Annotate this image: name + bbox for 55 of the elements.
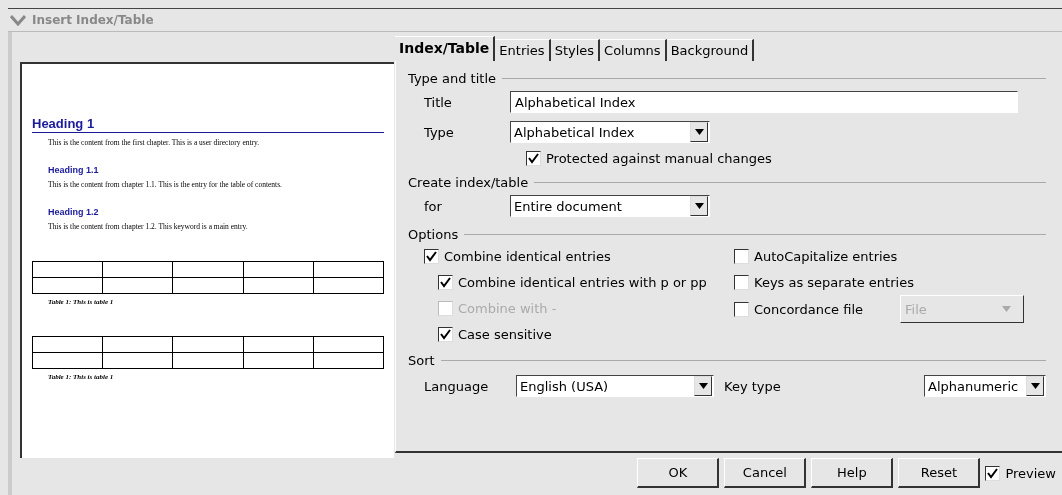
checkbox-label: AutoCapitalize entries <box>754 248 898 264</box>
caret-icon <box>694 203 704 209</box>
dialog-button[interactable]: Help <box>811 458 894 488</box>
checkbox-label: Combine identical entries with p or pp <box>458 274 707 290</box>
tab[interactable]: Background <box>666 39 755 61</box>
checkbox-label: Keys as separate entries <box>754 274 914 290</box>
heading-text: Heading 1 <box>32 116 384 133</box>
section-heading: Type and title <box>408 70 496 86</box>
caret-icon <box>694 129 704 135</box>
section-heading: Create index/table <box>408 174 529 190</box>
checkbox-label: Preview <box>1005 465 1056 481</box>
dialog-button[interactable]: OK <box>637 458 720 488</box>
tab[interactable]: Styles <box>550 39 601 61</box>
field-label: Title <box>424 94 453 110</box>
field-label: for <box>424 198 443 214</box>
section-heading: Sort <box>408 352 435 368</box>
tab[interactable]: Entries <box>495 39 551 61</box>
dialog-button[interactable]: Reset <box>898 458 981 488</box>
check-icon <box>440 276 451 288</box>
check-icon <box>987 467 999 479</box>
checkbox-label: Combine identical entries <box>444 248 611 264</box>
checkbox[interactable] <box>438 274 453 290</box>
checkbox-label: Concordance file <box>754 301 864 317</box>
checkbox-label: Protected against manual changes <box>546 150 772 166</box>
tab[interactable]: Columns <box>600 39 667 61</box>
checkbox[interactable] <box>734 301 749 317</box>
checkbox[interactable] <box>985 465 1001 481</box>
caret-icon <box>1030 383 1040 389</box>
title-field[interactable]: Alphabetical Index <box>510 91 1018 113</box>
language-dropdown[interactable]: English (USA) <box>516 375 714 397</box>
tab[interactable]: Index/Table <box>395 36 496 61</box>
checkbox[interactable] <box>526 150 541 166</box>
scope-dropdown[interactable]: Entire document <box>510 195 710 217</box>
caret-icon <box>1002 306 1011 312</box>
caret-icon <box>698 383 708 389</box>
type-dropdown[interactable]: Alphabetical Index <box>510 121 710 143</box>
checkbox-label: Combine with - <box>458 300 557 316</box>
checkbox[interactable] <box>734 248 749 264</box>
key-type-dropdown[interactable]: Alphanumeric <box>924 375 1046 397</box>
field-label: Language <box>424 378 490 394</box>
window-title: Insert Index/Table <box>32 13 154 27</box>
checkbox[interactable] <box>438 326 453 342</box>
checkbox[interactable] <box>424 248 439 264</box>
field-label: Type <box>424 124 455 140</box>
chevron-icon[interactable] <box>10 14 26 26</box>
check-icon <box>528 152 539 164</box>
subheading-text: Heading 1.1 <box>48 165 100 175</box>
check-icon <box>440 328 451 340</box>
section-heading: Options <box>408 226 459 242</box>
checkbox[interactable] <box>734 274 749 290</box>
field-label: Key type <box>724 378 782 394</box>
checkbox-label: Case sensitive <box>458 326 552 342</box>
check-icon <box>426 250 437 262</box>
subheading-text: Heading 1.2 <box>48 207 100 217</box>
dialog-button[interactable]: Cancel <box>724 458 807 488</box>
